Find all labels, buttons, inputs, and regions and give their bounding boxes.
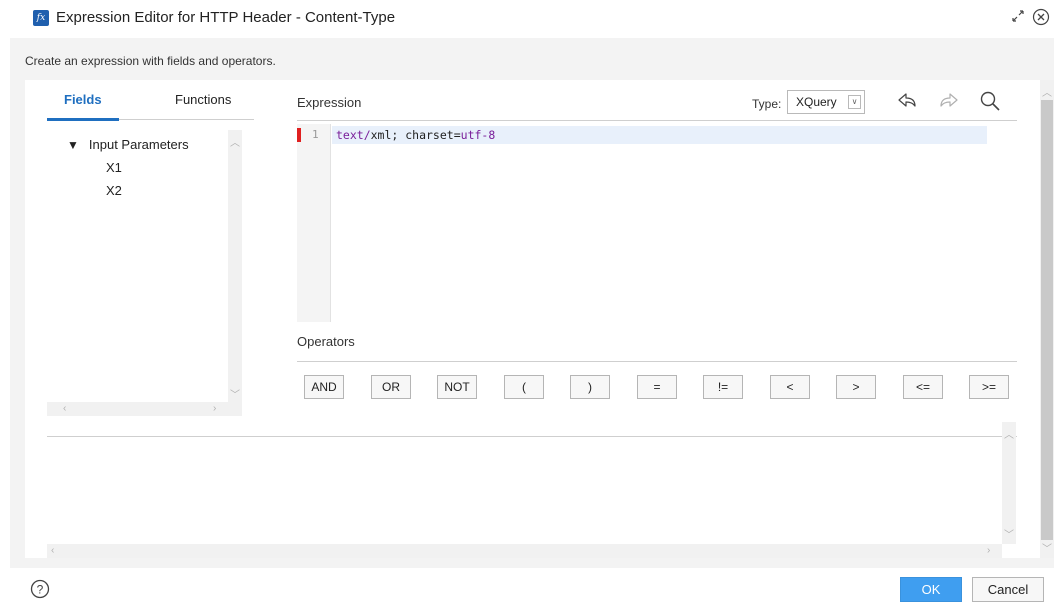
tab-functions[interactable]: Functions (175, 92, 231, 107)
help-icon[interactable]: ? (30, 579, 50, 599)
type-label: Type: (752, 97, 782, 111)
search-icon[interactable] (979, 90, 1001, 112)
function-icon: fx (33, 10, 49, 26)
operator-equals-button[interactable]: = (637, 375, 677, 399)
expression-label: Expression (297, 95, 362, 110)
scroll-up-icon[interactable]: ︿ (230, 134, 240, 149)
expression-divider (297, 120, 1017, 121)
code-token: text/ (336, 128, 371, 142)
fields-vertical-scrollbar[interactable]: ︿ ﹀ (228, 130, 242, 402)
tree-item-x1[interactable]: X1 (106, 160, 122, 175)
expression-editor[interactable] (297, 124, 1017, 322)
instruction-text: Create an expression with fields and ope… (25, 54, 276, 68)
operator-less-equal-button[interactable]: <= (903, 375, 943, 399)
operator-close-paren-button[interactable]: ) (570, 375, 610, 399)
expand-triangle-icon[interactable]: ▼ (67, 138, 79, 152)
fields-tree (47, 128, 242, 418)
line-number: 1 (312, 128, 319, 141)
results-vertical-scrollbar[interactable]: ︿ ﹀ (1002, 422, 1016, 544)
line-number-gutter (297, 124, 331, 322)
scroll-right-icon[interactable]: › (987, 545, 990, 556)
type-select[interactable]: XQuery ∨ (787, 90, 865, 114)
operator-not-equals-button[interactable]: != (703, 375, 743, 399)
type-select-value: XQuery (796, 95, 837, 109)
dialog-title: Expression Editor for HTTP Header - Cont… (56, 9, 396, 26)
scroll-down-icon[interactable]: ﹀ (230, 386, 240, 401)
fields-horizontal-scrollbar[interactable]: ‹ › (47, 402, 242, 416)
code-line[interactable]: text/xml; charset=utf-8 (336, 128, 495, 142)
tree-node-label: Input Parameters (88, 137, 189, 152)
results-horizontal-scrollbar[interactable]: ‹ › (47, 544, 1002, 558)
operators-label: Operators (297, 334, 355, 349)
scroll-up-icon[interactable]: ︿ (1004, 426, 1014, 441)
expand-icon[interactable] (1010, 8, 1026, 24)
scroll-down-icon[interactable]: ﹀ (1004, 526, 1014, 541)
tree-node-input-parameters[interactable]: ▼ Input Parameters (67, 137, 189, 152)
code-token: utf-8 (460, 128, 496, 142)
scroll-left-icon[interactable]: ‹ (51, 545, 54, 556)
operator-less-than-button[interactable]: < (770, 375, 810, 399)
help-glyph: ? (37, 583, 44, 597)
close-icon[interactable] (1032, 8, 1050, 26)
code-token: xml; charset= (370, 128, 461, 142)
cancel-button[interactable]: Cancel (972, 577, 1044, 602)
redo-icon[interactable] (938, 90, 960, 112)
results-area (47, 437, 997, 543)
operator-open-paren-button[interactable]: ( (504, 375, 544, 399)
active-tab-indicator (47, 118, 119, 121)
scroll-right-icon[interactable]: › (213, 403, 216, 414)
tab-divider (119, 119, 254, 120)
undo-icon[interactable] (896, 90, 918, 112)
tree-item-x2[interactable]: X2 (106, 183, 122, 198)
operator-not-button[interactable]: NOT (437, 375, 477, 399)
scroll-left-icon[interactable]: ‹ (63, 403, 66, 414)
ok-button[interactable]: OK (900, 577, 962, 602)
chevron-down-icon[interactable]: ∨ (848, 95, 861, 109)
operators-divider (297, 361, 1017, 362)
title-bar: fx Expression Editor for HTTP Header - C… (0, 0, 1054, 38)
operator-greater-than-button[interactable]: > (836, 375, 876, 399)
error-marker (297, 128, 301, 142)
operator-greater-equal-button[interactable]: >= (969, 375, 1009, 399)
tab-fields[interactable]: Fields (64, 92, 102, 107)
scrollbar-thumb[interactable] (1041, 100, 1053, 540)
operator-and-button[interactable]: AND (304, 375, 344, 399)
scroll-up-icon[interactable]: ︿ (1042, 84, 1052, 99)
operator-or-button[interactable]: OR (371, 375, 411, 399)
scroll-down-icon[interactable]: ﹀ (1042, 540, 1052, 555)
